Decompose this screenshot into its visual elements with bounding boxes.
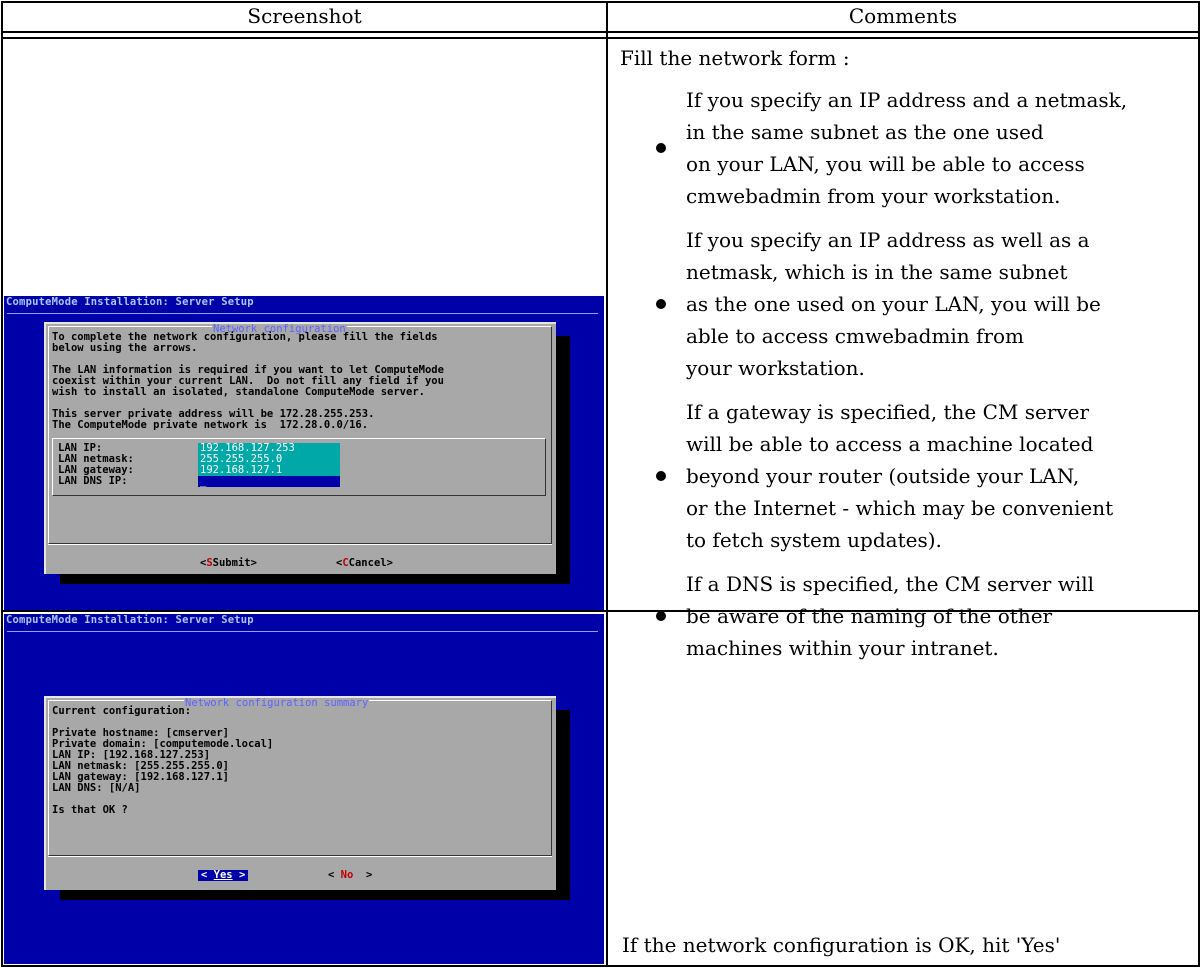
bullet-line: netmask, which is in the same subnet [686,260,1068,284]
bullet-gateway: If a gateway is specified, the CM server… [620,396,1195,556]
table-top-border [1,1,1200,3]
comments-lead: Fill the network form : [620,46,850,70]
cancel-button[interactable]: <CCancel> [336,558,393,569]
submit-button[interactable]: <SSubmit> [200,558,257,569]
title-rule [7,631,598,632]
bullet-ip-netmask-alt: If you specify an IP address as well as … [620,224,1195,384]
bullet-ip-netmask: If you specify an IP address and a netma… [620,84,1195,212]
dialog-inner-box [48,326,552,544]
bullet-line: as the one used on your LAN, you will be [686,292,1101,316]
bullet-dot-icon [656,299,666,309]
table-left-border [1,1,3,967]
bullet-dns: If a DNS is specified, the CM server wil… [620,568,1195,664]
body-line: wish to install an isolated, standalone … [52,386,425,398]
body-line: Is that OK ? [52,804,128,816]
body-line: below using the arrows. [52,342,198,354]
installer-title: ComputeMode Installation: Server Setup [6,614,254,626]
bullet-line: be aware of the naming of the other [686,604,1053,628]
comments-ok-note: If the network configuration is OK, hit … [622,933,1061,957]
body-line: LAN DNS: [N/A] [52,782,141,794]
comments-cell: Fill the network form : If you specify a… [620,42,1195,676]
bullet-line: If you specify an IP address as well as … [686,228,1090,252]
bullet-line: to fetch system updates). [686,528,942,552]
bullet-line: machines within your intranet. [686,636,999,660]
bullet-line: able to access cmwebadmin from [686,324,1025,348]
table-bottom-border [1,965,1200,967]
bullet-line: If a DNS is specified, the CM server wil… [686,572,1095,596]
button-separator [48,544,552,545]
bullet-line: If you specify an IP address and a netma… [686,88,1128,112]
yes-button[interactable]: < Yes > [198,869,249,881]
network-summary-screenshot: ComputeMode Installation: Server Setup N… [4,614,604,964]
header-comments: Comments [848,4,958,28]
bullet-line: cmwebadmin from your workstation. [686,184,1061,208]
body-line: Current configuration: [52,705,192,717]
title-rule [7,313,598,314]
bullet-dot-icon [656,611,666,621]
button-separator [48,856,552,857]
network-config-dialog: Network configuration To complete the ne… [44,322,556,574]
yes-label: Yes [213,869,233,881]
field-label: LAN DNS IP: [58,475,128,487]
submit-label: Submit [212,557,251,569]
no-label: No [340,869,354,881]
bullet-line: or the Internet - which may be convenien… [686,496,1114,520]
header-separator [1,31,1200,33]
cancel-label: Cancel [348,557,387,569]
bullet-line: in the same subnet as the one used [686,120,1044,144]
bullet-line: on your LAN, you will be able to access [686,152,1085,176]
dialog-title: Network configuration summary [184,697,370,709]
header-screenshot: Screenshot [247,4,362,28]
bullet-line: If a gateway is specified, the CM server [686,400,1090,424]
no-button[interactable]: < No > [328,870,372,881]
bullet-line: will be able to access a machine located [686,432,1094,456]
bullet-line: your workstation. [686,356,865,380]
bullet-dot-icon [656,143,666,153]
header-separator-double [1,37,1200,39]
lan-dns-input[interactable]: _ [198,476,340,487]
bullet-line: beyond your router (outside your LAN, [686,464,1080,488]
body-line: The ComputeMode private network is 172.2… [52,419,369,431]
lan-gateway-input[interactable]: 192.168.127.1 [198,465,340,476]
installer-title: ComputeMode Installation: Server Setup [6,296,254,308]
network-config-screenshot: ComputeMode Installation: Server Setup N… [4,296,604,610]
bullet-dot-icon [656,471,666,481]
network-summary-dialog: Network configuration summary Current co… [44,696,556,890]
table-right-border [1198,1,1200,967]
column-separator [606,1,608,967]
